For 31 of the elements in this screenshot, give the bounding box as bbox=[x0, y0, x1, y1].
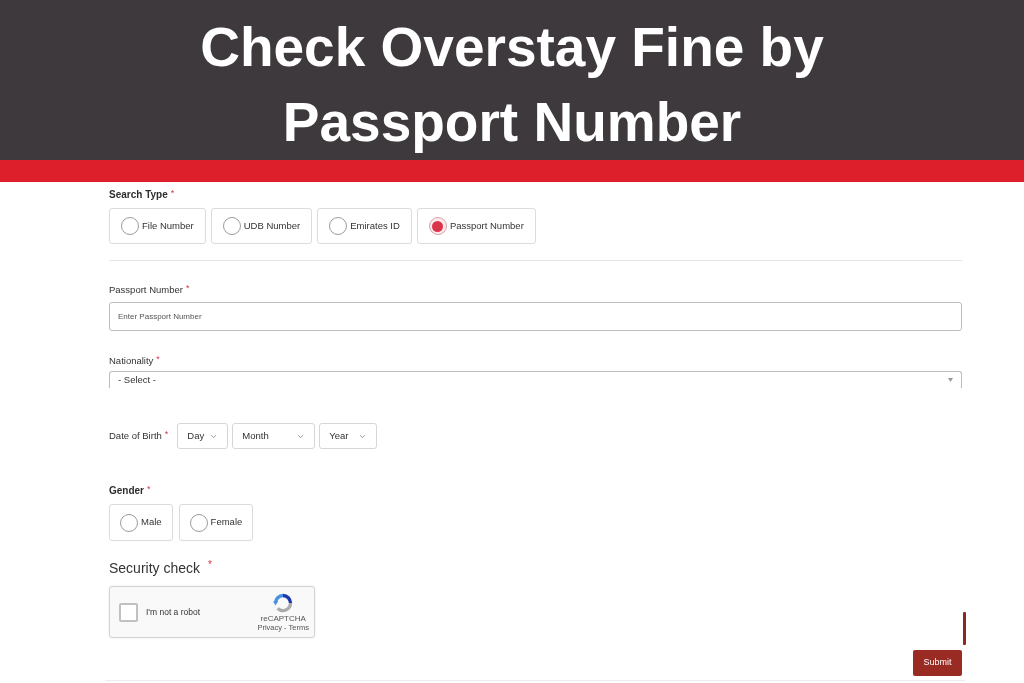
radio-option[interactable]: Male bbox=[109, 504, 173, 541]
required-mark: * bbox=[147, 484, 151, 494]
required-mark: * bbox=[208, 559, 212, 571]
field-label: Search Type bbox=[109, 188, 168, 202]
circular-arrows-icon bbox=[273, 592, 294, 613]
field-label: Nationality bbox=[109, 354, 154, 368]
date-select[interactable]: Year bbox=[319, 423, 378, 449]
caret-icon bbox=[948, 378, 953, 382]
captcha-brand: reCAPTCHA bbox=[260, 613, 306, 623]
section-heading: Security check bbox=[109, 559, 201, 577]
passport-number-input[interactable]: Enter Passport Number bbox=[109, 302, 962, 331]
radio-option[interactable]: UDB Number bbox=[210, 208, 313, 244]
field-label: Passport Number bbox=[109, 283, 183, 297]
date-select[interactable]: Month bbox=[232, 423, 316, 449]
submit-button[interactable]: Submit bbox=[913, 650, 962, 676]
captcha-label: I'm not a robot bbox=[146, 605, 201, 619]
banner-title: Check Overstay Fine by Passport Number bbox=[199, 15, 825, 155]
radio-option[interactable]: Emirates ID bbox=[317, 208, 412, 244]
captcha-checkbox[interactable] bbox=[119, 602, 138, 622]
nationality-select[interactable]: - Select - bbox=[109, 371, 962, 388]
field-label: Date of Birth bbox=[109, 429, 162, 443]
required-mark: * bbox=[185, 283, 190, 293]
required-mark: * bbox=[170, 188, 175, 198]
field-label: Gender bbox=[109, 484, 144, 498]
radio-option[interactable]: File Number bbox=[109, 208, 206, 244]
vertical-bar bbox=[963, 612, 966, 645]
required-mark: * bbox=[164, 429, 169, 439]
date-select[interactable]: Day bbox=[177, 423, 229, 449]
radio-option[interactable]: Passport Number bbox=[416, 208, 536, 244]
radio-option[interactable]: Female bbox=[178, 504, 254, 541]
required-mark: * bbox=[156, 354, 160, 364]
